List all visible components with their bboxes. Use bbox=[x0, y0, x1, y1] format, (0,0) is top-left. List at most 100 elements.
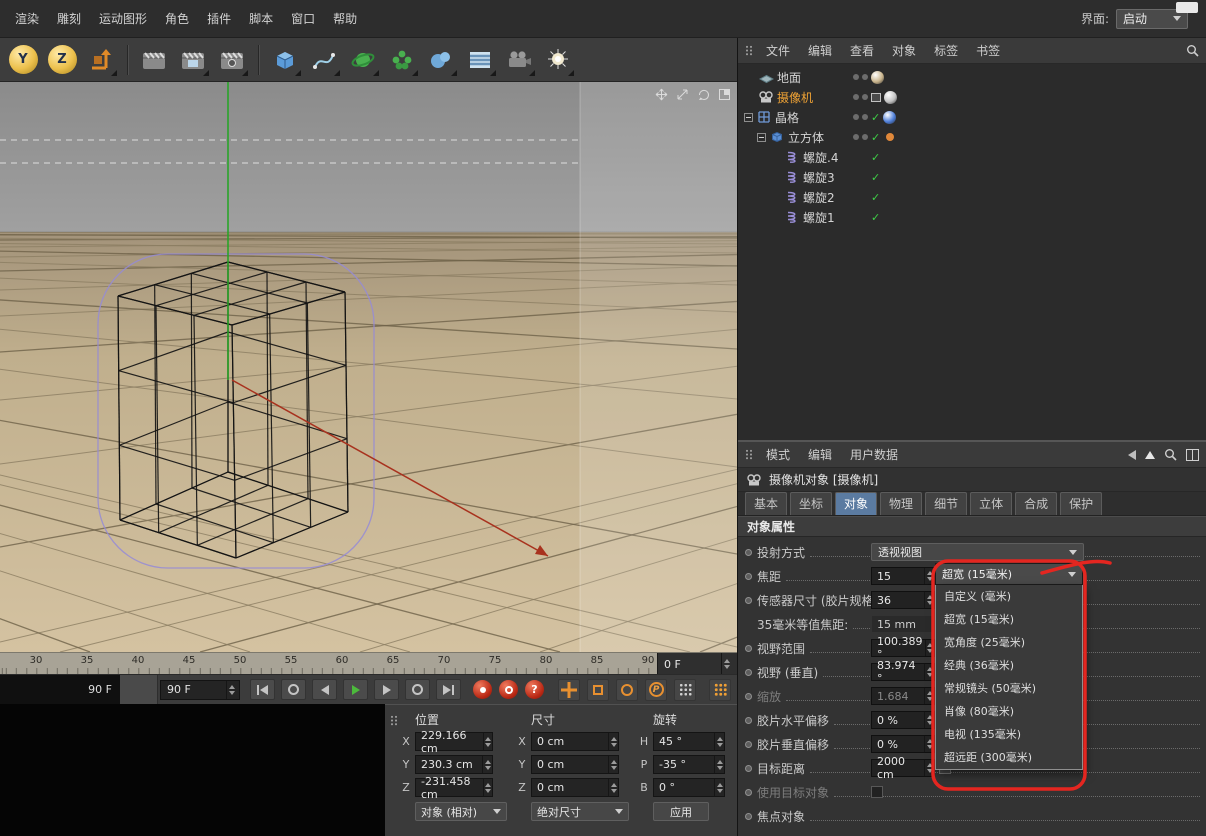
preview-range-end-field[interactable]: 90 F bbox=[0, 674, 120, 705]
stepper-icon[interactable] bbox=[608, 779, 618, 796]
menubar-item-5[interactable]: 脚本 bbox=[240, 10, 282, 27]
keyframe-dot-icon[interactable] bbox=[745, 716, 752, 724]
stepper-icon[interactable] bbox=[714, 779, 724, 796]
toggle-view-icon[interactable] bbox=[716, 87, 732, 102]
keyframe-dot-icon[interactable] bbox=[745, 644, 752, 652]
stepper-icon[interactable] bbox=[924, 664, 934, 680]
stepper-icon[interactable] bbox=[721, 653, 731, 674]
am-menu-item-1[interactable]: 编辑 bbox=[799, 446, 841, 463]
keyframe-dot-icon[interactable] bbox=[745, 692, 752, 700]
use-target-object-checkbox[interactable] bbox=[871, 786, 883, 798]
stepper-icon[interactable] bbox=[925, 640, 934, 656]
visibility-dot-icon[interactable] bbox=[853, 114, 859, 120]
max-frame-field[interactable]: 90 F bbox=[160, 679, 240, 700]
viewport[interactable] bbox=[0, 82, 737, 652]
keyframe-help-button[interactable]: ? bbox=[525, 680, 544, 699]
tree-item-1[interactable]: 摄像机 bbox=[738, 87, 1206, 107]
key-parameter-toggle[interactable]: P bbox=[645, 678, 667, 701]
fov-horizontal-field[interactable]: 100.389 ° bbox=[871, 635, 935, 661]
current-frame-field[interactable]: 0 F bbox=[657, 653, 737, 674]
enabled-check-icon[interactable]: ✓ bbox=[871, 192, 880, 203]
equiv-focal-35mm-field[interactable]: 15 mm bbox=[871, 615, 935, 633]
menubar-item-6[interactable]: 窗口 bbox=[282, 10, 324, 27]
menubar-item-4[interactable]: 插件 bbox=[198, 10, 240, 27]
stepper-icon[interactable] bbox=[482, 756, 492, 773]
coord-field-h[interactable]: 45 ° bbox=[653, 732, 725, 751]
dropdown-item-2[interactable]: 宽角度 (25毫米) bbox=[936, 631, 1082, 654]
material-dot[interactable] bbox=[886, 133, 895, 141]
stepper-icon[interactable] bbox=[714, 756, 724, 773]
visibility-dot-icon[interactable] bbox=[853, 134, 859, 140]
target-distance-field[interactable]: 2000 cm bbox=[871, 755, 935, 781]
keyframe-selection-button[interactable] bbox=[709, 678, 731, 701]
add-spline-button-icon[interactable] bbox=[306, 42, 342, 78]
coord-field-p[interactable]: -35 ° bbox=[653, 755, 725, 774]
keyframe-dot-icon[interactable] bbox=[745, 764, 752, 772]
panel-grip-icon[interactable] bbox=[745, 45, 753, 56]
visibility-dot-icon[interactable] bbox=[853, 94, 859, 100]
add-environment-button-icon[interactable] bbox=[462, 42, 498, 78]
tab-对象[interactable]: 对象 bbox=[835, 492, 878, 515]
keyframe-dot-icon[interactable] bbox=[745, 812, 752, 820]
window-minimize-icon[interactable] bbox=[1176, 2, 1198, 13]
keyframe-dot-icon[interactable] bbox=[745, 788, 752, 796]
lock-up-icon[interactable] bbox=[1145, 450, 1155, 459]
range-slider[interactable] bbox=[120, 674, 158, 705]
next-frame-button[interactable] bbox=[374, 679, 399, 700]
axis-z-tool-icon[interactable]: Z bbox=[44, 42, 80, 78]
coord-field-y[interactable]: 230.3 cm bbox=[415, 755, 493, 774]
om-menu-item-2[interactable]: 查看 bbox=[841, 42, 883, 59]
stepper-icon[interactable] bbox=[924, 712, 934, 728]
dropdown-item-3[interactable]: 经典 (36毫米) bbox=[936, 654, 1082, 677]
sensor-size-field[interactable]: 36 bbox=[871, 591, 935, 609]
dropdown-item-5[interactable]: 肖像 (80毫米) bbox=[936, 700, 1082, 723]
stepper-icon[interactable] bbox=[226, 680, 236, 699]
stepper-icon[interactable] bbox=[608, 756, 618, 773]
tab-合成[interactable]: 合成 bbox=[1015, 492, 1058, 515]
material-sphere[interactable] bbox=[884, 90, 897, 104]
pan-icon[interactable] bbox=[653, 87, 669, 102]
tree-item-6[interactable]: 螺旋2 ✓ bbox=[738, 187, 1206, 207]
key-scale-toggle[interactable] bbox=[587, 678, 609, 701]
goto-start-button[interactable] bbox=[250, 679, 275, 700]
previous-frame-button[interactable] bbox=[312, 679, 337, 700]
tab-立体[interactable]: 立体 bbox=[970, 492, 1013, 515]
add-mograph-button-icon[interactable] bbox=[345, 42, 381, 78]
menubar-item-7[interactable]: 帮助 bbox=[324, 10, 366, 27]
am-menu-item-2[interactable]: 用户数据 bbox=[841, 446, 907, 463]
search-icon[interactable] bbox=[1186, 44, 1199, 57]
tab-基本[interactable]: 基本 bbox=[745, 492, 788, 515]
om-menu-item-5[interactable]: 书签 bbox=[967, 42, 1009, 59]
enabled-check-icon[interactable]: ✓ bbox=[871, 132, 880, 143]
tab-坐标[interactable]: 坐标 bbox=[790, 492, 833, 515]
add-effector-button-icon[interactable] bbox=[384, 42, 420, 78]
coord-mode-select[interactable]: 绝对尺寸 bbox=[531, 802, 629, 821]
dropdown-item-7[interactable]: 超远距 (300毫米) bbox=[936, 746, 1082, 769]
focal-length-select[interactable]: 超宽 (15毫米) bbox=[935, 563, 1083, 585]
timeline-ruler[interactable]: 30 35 40 45 50 55 60 65 70 75 80 85 90 0 F bbox=[0, 652, 737, 674]
tree-item-5[interactable]: 螺旋3 ✓ bbox=[738, 167, 1206, 187]
key-rotation-toggle[interactable] bbox=[616, 678, 638, 701]
material-sphere[interactable] bbox=[871, 70, 884, 84]
dropdown-item-4[interactable]: 常规镜头 (50毫米) bbox=[936, 677, 1082, 700]
rotate-icon[interactable] bbox=[695, 87, 711, 102]
om-menu-item-3[interactable]: 对象 bbox=[883, 42, 925, 59]
panel-grip-icon[interactable] bbox=[745, 449, 753, 460]
search-icon[interactable] bbox=[1164, 448, 1177, 461]
cycle-button[interactable] bbox=[405, 679, 430, 700]
apply-button[interactable]: 应用 bbox=[653, 802, 709, 821]
visibility-dot-icon[interactable] bbox=[862, 134, 868, 140]
stepper-icon[interactable] bbox=[924, 592, 934, 608]
stepper-icon[interactable] bbox=[924, 568, 934, 584]
stepper-icon[interactable] bbox=[924, 736, 934, 752]
visibility-dot-icon[interactable] bbox=[862, 74, 868, 80]
coord-field-b[interactable]: 0 ° bbox=[653, 778, 725, 797]
play-backward-button[interactable] bbox=[281, 679, 306, 700]
visibility-dot-icon[interactable] bbox=[862, 94, 868, 100]
coord-field-x[interactable]: 0 cm bbox=[531, 732, 619, 751]
keyframe-dot-icon[interactable] bbox=[745, 668, 752, 676]
tab-细节[interactable]: 细节 bbox=[925, 492, 968, 515]
render-settings-button-icon[interactable] bbox=[214, 42, 250, 78]
expander-icon[interactable] bbox=[757, 132, 766, 142]
key-pla-toggle[interactable] bbox=[674, 678, 696, 701]
